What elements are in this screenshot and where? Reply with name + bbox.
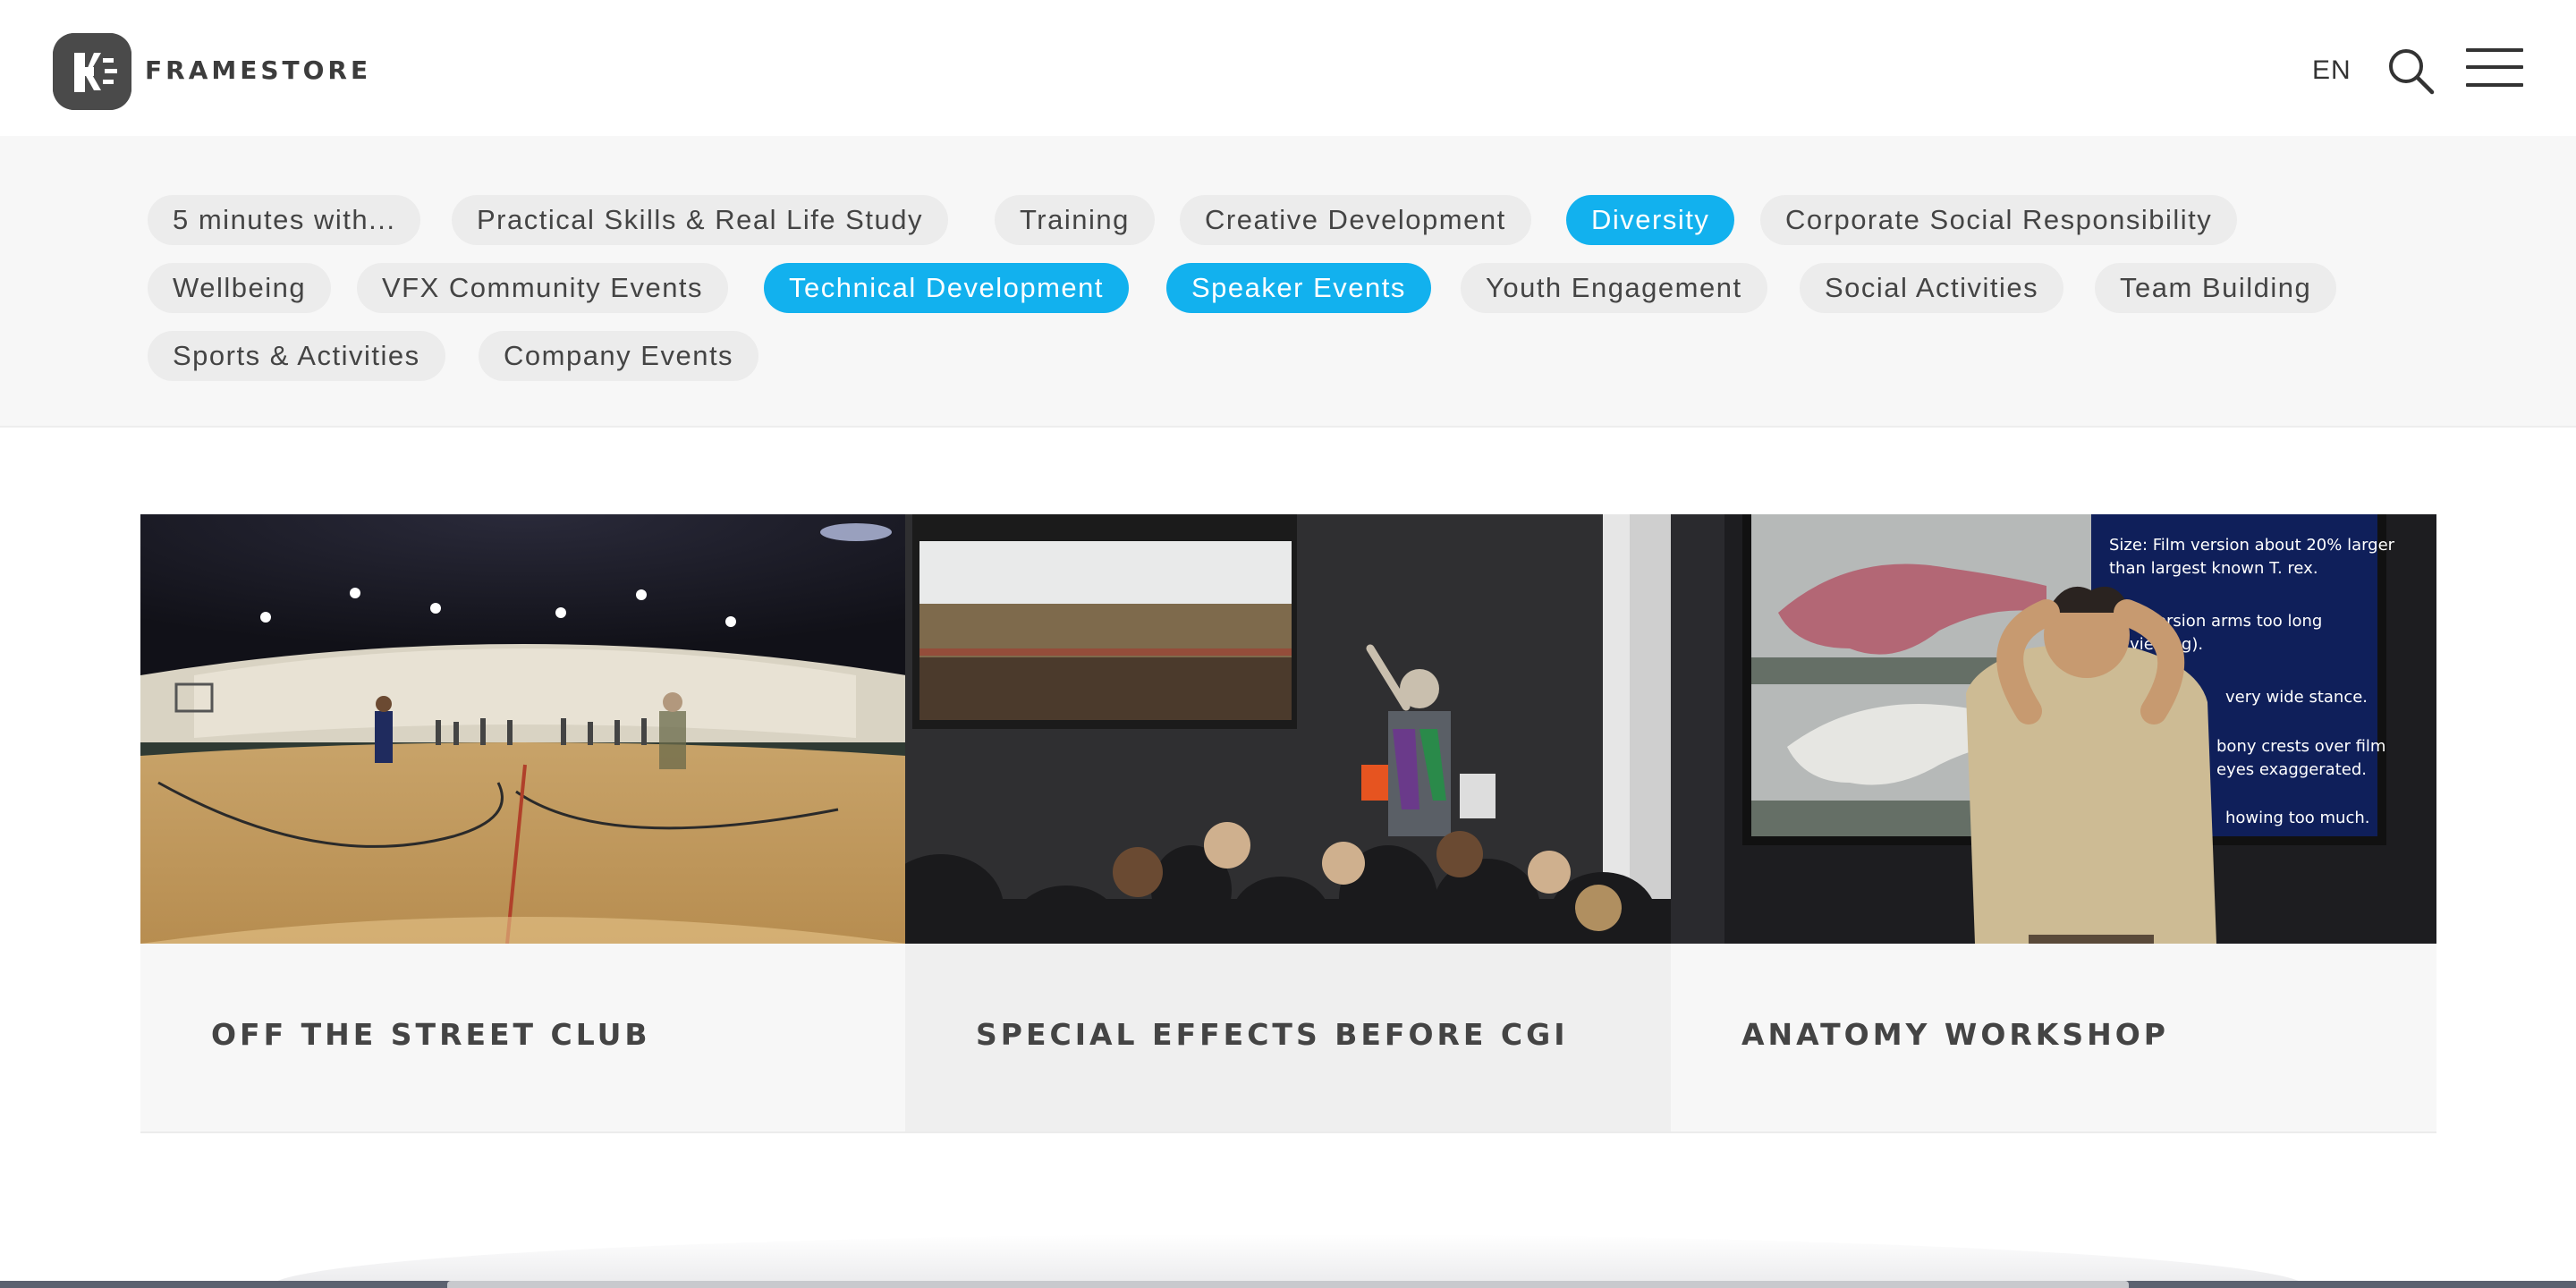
event-title[interactable]: OFF THE STREET CLUB — [211, 1017, 651, 1052]
events-card-grid: OFF THE STREET CLUB SPECIAL EFFECTS BEFO… — [140, 514, 2436, 1133]
search-icon[interactable] — [2386, 47, 2435, 95]
language-selector[interactable]: EN — [2312, 55, 2351, 86]
filter-corporate-social-responsibility[interactable]: Corporate Social Responsibility — [1760, 195, 2238, 245]
filter-training[interactable]: Training — [995, 195, 1155, 245]
event-card-caption: ANATOMY WORKSHOP — [1671, 944, 2436, 1133]
filter-sports-activities[interactable]: Sports & Activities — [148, 331, 445, 381]
event-card-caption: OFF THE STREET CLUB — [140, 944, 906, 1133]
filter-speaker-events[interactable]: Speaker Events — [1166, 263, 1431, 313]
svg-text:than largest known T. rex.: than largest known T. rex. — [2109, 559, 2318, 578]
event-card[interactable]: Size: Film version about 20% larger than… — [1671, 514, 2436, 1133]
filter-technical-development[interactable]: Technical Development — [764, 263, 1130, 313]
event-card-caption: SPECIAL EFFECTS BEFORE CGI — [905, 944, 1671, 1133]
filter-creative-development[interactable]: Creative Development — [1180, 195, 1531, 245]
event-title[interactable]: SPECIAL EFFECTS BEFORE CGI — [976, 1017, 1569, 1052]
svg-text:very wide stance.: very wide stance. — [2225, 688, 2368, 707]
filter-team-building[interactable]: Team Building — [2095, 263, 2337, 313]
category-filter-bar: 5 minutes with... Practical Skills & Rea… — [0, 136, 2576, 428]
window-bottom-edge — [0, 1281, 2576, 1288]
event-photo-speaker-presentation[interactable] — [905, 514, 1671, 944]
site-header: FRAMESTORE EN — [0, 0, 2576, 136]
svg-text:bony crests over film: bony crests over film — [2216, 737, 2385, 756]
event-photo-basketball-court[interactable] — [140, 514, 906, 944]
event-card[interactable]: OFF THE STREET CLUB — [140, 514, 906, 1133]
svg-text:Size: Film version about 20% l: Size: Film version about 20% larger — [2109, 536, 2395, 555]
filter-vfx-community-events[interactable]: VFX Community Events — [357, 263, 729, 313]
hamburger-menu-icon[interactable] — [2466, 45, 2523, 89]
event-card[interactable]: SPECIAL EFFECTS BEFORE CGI — [905, 514, 1671, 1133]
filter-youth-engagement[interactable]: Youth Engagement — [1461, 263, 1767, 313]
filter-company-events[interactable]: Company Events — [479, 331, 759, 381]
filter-diversity[interactable]: Diversity — [1566, 195, 1735, 245]
event-photo-anatomy-workshop[interactable]: Size: Film version about 20% larger than… — [1671, 514, 2436, 944]
svg-text:howing too much.: howing too much. — [2225, 809, 2369, 827]
filter-practical-skills[interactable]: Practical Skills & Real Life Study — [452, 195, 948, 245]
page-bottom-shadow — [268, 1234, 2308, 1288]
dock-strip — [447, 1281, 2129, 1288]
svg-text:eyes exaggerated.: eyes exaggerated. — [2216, 760, 2367, 779]
filter-5-minutes-with[interactable]: 5 minutes with... — [148, 195, 421, 245]
event-title[interactable]: ANATOMY WORKSHOP — [1741, 1017, 2169, 1052]
framestore-logo-icon[interactable] — [53, 33, 131, 110]
filter-wellbeing[interactable]: Wellbeing — [148, 263, 332, 313]
filter-social-activities[interactable]: Social Activities — [1800, 263, 2064, 313]
brand-name[interactable]: FRAMESTORE — [145, 55, 371, 85]
